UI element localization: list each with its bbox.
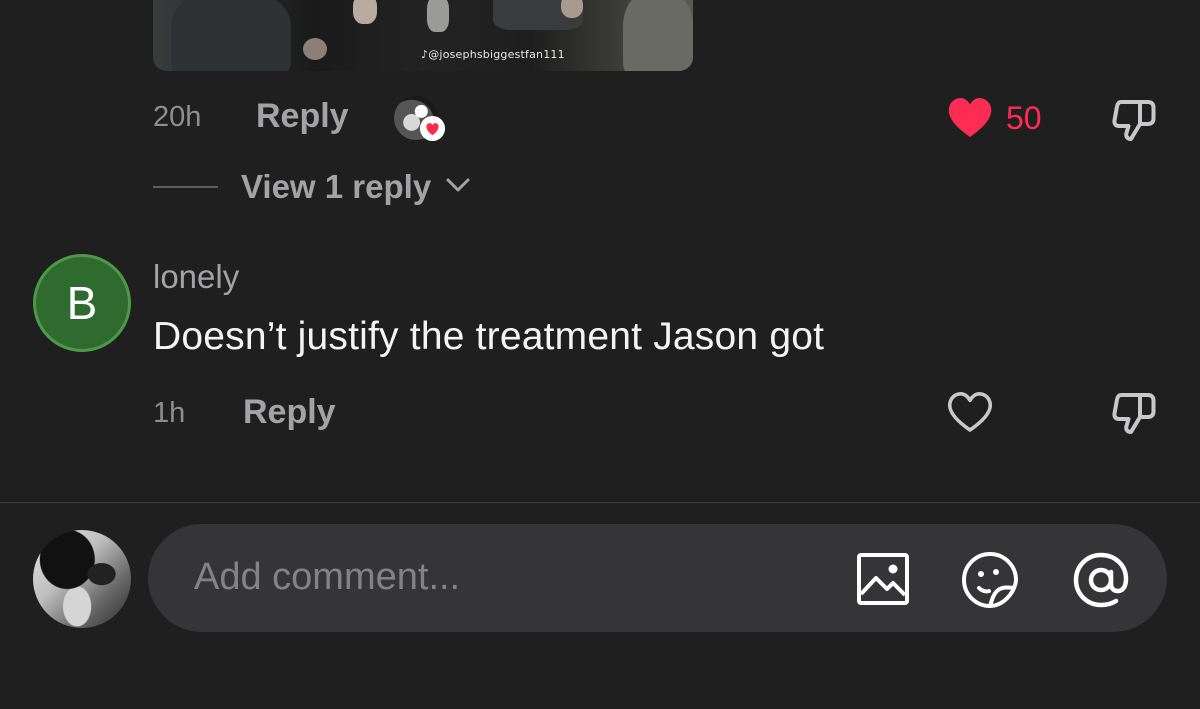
thumbs-down-icon — [1112, 393, 1156, 434]
comment-composer — [148, 524, 1167, 632]
commenter-avatar[interactable]: B — [33, 254, 131, 352]
my-avatar[interactable] — [33, 530, 131, 628]
dislike-button[interactable] — [1110, 97, 1158, 148]
sticker-icon — [962, 552, 1018, 608]
add-image-button[interactable] — [854, 550, 912, 608]
chevron-down-icon — [446, 178, 470, 192]
comment-action-row: 1h Reply — [0, 390, 1200, 440]
heart-outline-icon — [948, 392, 992, 432]
comment-username[interactable]: lonely — [153, 258, 239, 296]
like-count: 50 — [1006, 100, 1042, 136]
reply-button[interactable]: Reply — [256, 97, 349, 136]
creator-heart-icon — [419, 115, 446, 142]
comment-text: Doesn’t justify the treatment Jason got — [153, 315, 825, 358]
add-comment-input[interactable] — [194, 546, 834, 608]
heart-filled-icon — [948, 98, 992, 137]
watermark-handle: @josephsbiggestfan111 — [428, 48, 565, 61]
avatar-letter: B — [66, 277, 98, 329]
comment-photo[interactable]: ♪@josephsbiggestfan111 — [153, 0, 693, 71]
thumbs-down-icon — [1112, 100, 1156, 141]
comment-time: 1h — [153, 397, 186, 429]
dislike-button[interactable] — [1110, 390, 1158, 441]
like-button[interactable] — [946, 96, 996, 140]
reply-button[interactable]: Reply — [243, 393, 336, 432]
mention-button[interactable] — [1071, 550, 1129, 608]
replies-divider-line — [153, 186, 218, 188]
comment-time: 20h — [153, 101, 202, 133]
add-sticker-button[interactable] — [960, 550, 1018, 608]
view-replies-label: View 1 reply — [241, 168, 432, 205]
mention-icon — [1073, 552, 1129, 608]
composer-divider — [0, 502, 1200, 503]
comments-screen: ♪@josephsbiggestfan111 20h Reply 50 View… — [0, 0, 1200, 709]
image-icon — [857, 553, 909, 605]
photo-watermark: ♪@josephsbiggestfan111 — [421, 48, 565, 61]
like-button[interactable] — [946, 390, 996, 434]
